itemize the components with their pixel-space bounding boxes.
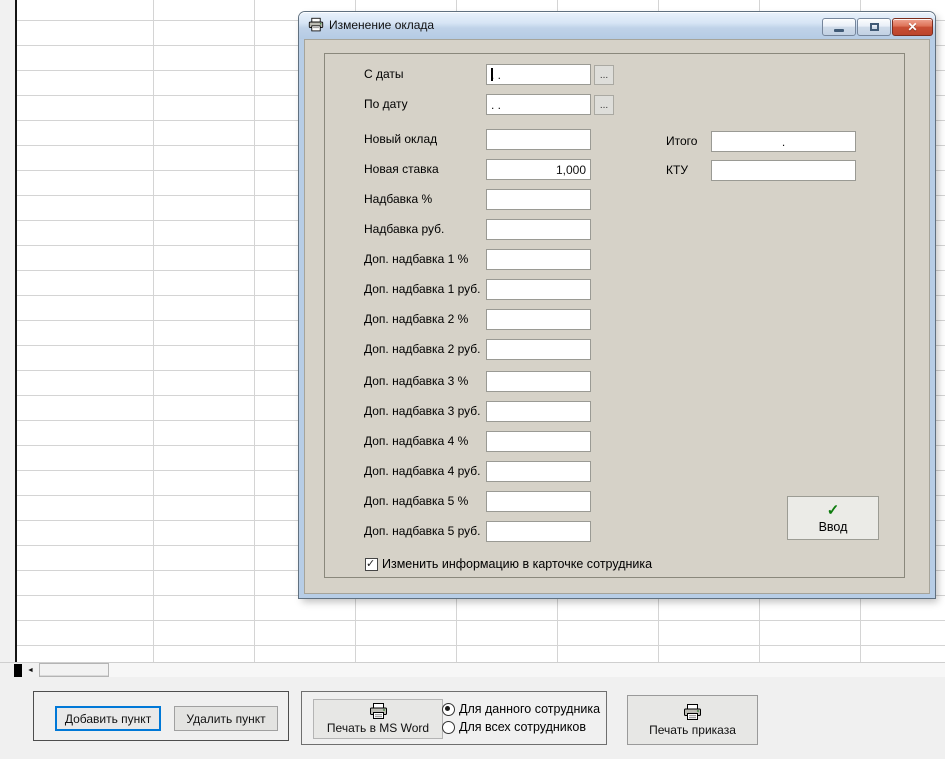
field-input[interactable] xyxy=(486,309,591,330)
field-label: С даты xyxy=(364,67,404,81)
field-input[interactable] xyxy=(486,249,591,270)
radio-label: Для данного сотрудника xyxy=(459,702,601,716)
field-input[interactable] xyxy=(486,129,591,150)
update-card-checkbox[interactable] xyxy=(365,557,378,571)
scroll-left-button[interactable]: ◄ xyxy=(22,663,39,677)
field-input[interactable] xyxy=(486,491,591,512)
field-input[interactable] xyxy=(486,219,591,240)
green-check-icon: ✓ xyxy=(826,501,840,519)
print-word-button[interactable]: Печать в MS Word xyxy=(313,699,443,739)
date-picker-button[interactable]: ... xyxy=(594,95,614,115)
print-scope-radio-option[interactable]: Для данного сотрудника xyxy=(442,702,600,716)
field-input[interactable] xyxy=(486,189,591,210)
radio-label: Для всех сотрудников xyxy=(459,720,586,734)
scroll-left-icon: ◄ xyxy=(27,666,34,674)
add-item-button[interactable]: Добавить пункт xyxy=(55,706,161,731)
dialog-title: Изменение оклада xyxy=(329,18,435,32)
field-input[interactable] xyxy=(486,461,591,482)
field-label: Доп. надбавка 1 руб. xyxy=(364,282,481,296)
field-label: Доп. надбавка 5 руб. xyxy=(364,524,481,538)
dialog-printer-icon xyxy=(308,17,324,33)
enter-button[interactable]: ✓ Ввод xyxy=(787,496,879,540)
field-input[interactable] xyxy=(486,339,591,360)
field-label: КТУ xyxy=(666,163,688,177)
enter-button-label: Ввод xyxy=(818,519,848,534)
field-label: Новая ставка xyxy=(364,162,439,176)
field-label: Доп. надбавка 2 руб. xyxy=(364,342,481,356)
close-icon: ✕ xyxy=(907,20,918,34)
close-button[interactable]: ✕ xyxy=(892,18,933,36)
scrollbar-thumb[interactable] xyxy=(39,663,109,677)
field-label: Надбавка руб. xyxy=(364,222,445,236)
field-label: Итого xyxy=(666,134,698,148)
field-label: Доп. надбавка 5 % xyxy=(364,494,469,508)
radio-button-icon[interactable] xyxy=(442,702,455,716)
update-card-checkbox-label: Изменить информацию в карточке сотрудник… xyxy=(382,557,653,571)
print-word-label: Печать в MS Word xyxy=(326,721,430,735)
text-caret xyxy=(491,68,493,81)
field-input[interactable] xyxy=(486,371,591,392)
field-label: Доп. надбавка 4 % xyxy=(364,434,469,448)
field-input[interactable] xyxy=(486,279,591,300)
field-label: Доп. надбавка 4 руб. xyxy=(364,464,481,478)
field-label: Доп. надбавка 3 руб. xyxy=(364,404,481,418)
field-input[interactable] xyxy=(486,64,591,85)
printer-icon xyxy=(369,703,388,720)
field-input[interactable] xyxy=(711,131,856,152)
dialog-client-area: С даты... По дату... Новый оклад Новая став… xyxy=(304,39,930,594)
printer-icon xyxy=(683,703,702,721)
radio-button-icon[interactable] xyxy=(442,720,455,734)
field-label: Надбавка % xyxy=(364,192,433,206)
maximize-button[interactable] xyxy=(857,18,891,36)
maximize-icon xyxy=(869,23,879,31)
field-input[interactable] xyxy=(486,521,591,542)
horizontal-scrollbar[interactable]: ◄ xyxy=(0,663,945,678)
dialog-titlebar[interactable]: Изменение оклада ✕ xyxy=(299,12,935,39)
field-label: Доп. надбавка 1 % xyxy=(364,252,469,266)
date-picker-button[interactable]: ... xyxy=(594,65,614,85)
field-label: Доп. надбавка 2 % xyxy=(364,312,469,326)
salary-change-dialog: Изменение оклада ✕ С даты... По дату... Но… xyxy=(299,12,935,598)
field-input[interactable] xyxy=(486,94,591,115)
scrollbar-track[interactable] xyxy=(22,663,945,677)
field-input[interactable] xyxy=(486,159,591,180)
field-input[interactable] xyxy=(711,160,856,181)
field-label: По дату xyxy=(364,97,408,111)
delete-item-button[interactable]: Удалить пункт xyxy=(174,706,278,731)
minimize-icon xyxy=(834,28,844,32)
update-card-checkbox-row: Изменить информацию в карточке сотрудник… xyxy=(365,557,652,571)
print-order-button[interactable]: Печать приказа xyxy=(627,695,758,745)
bottom-toolbar: Добавить пункт Удалить пункт Печать в MS… xyxy=(0,678,945,759)
app-window: ◄ Добавить пункт Удалить пункт Печать в … xyxy=(0,0,945,759)
print-word-group: Печать в MS Word Для данного сотрудника Д… xyxy=(301,691,607,745)
field-label: Доп. надбавка 3 % xyxy=(364,374,469,388)
print-order-label: Печать приказа xyxy=(649,722,736,737)
field-label: Новый оклад xyxy=(364,132,438,146)
minimize-button[interactable] xyxy=(822,18,856,36)
scrollbar-corner xyxy=(14,664,22,677)
field-input[interactable] xyxy=(486,401,591,422)
print-scope-radio-option[interactable]: Для всех сотрудников xyxy=(442,720,586,734)
field-input[interactable] xyxy=(486,431,591,452)
